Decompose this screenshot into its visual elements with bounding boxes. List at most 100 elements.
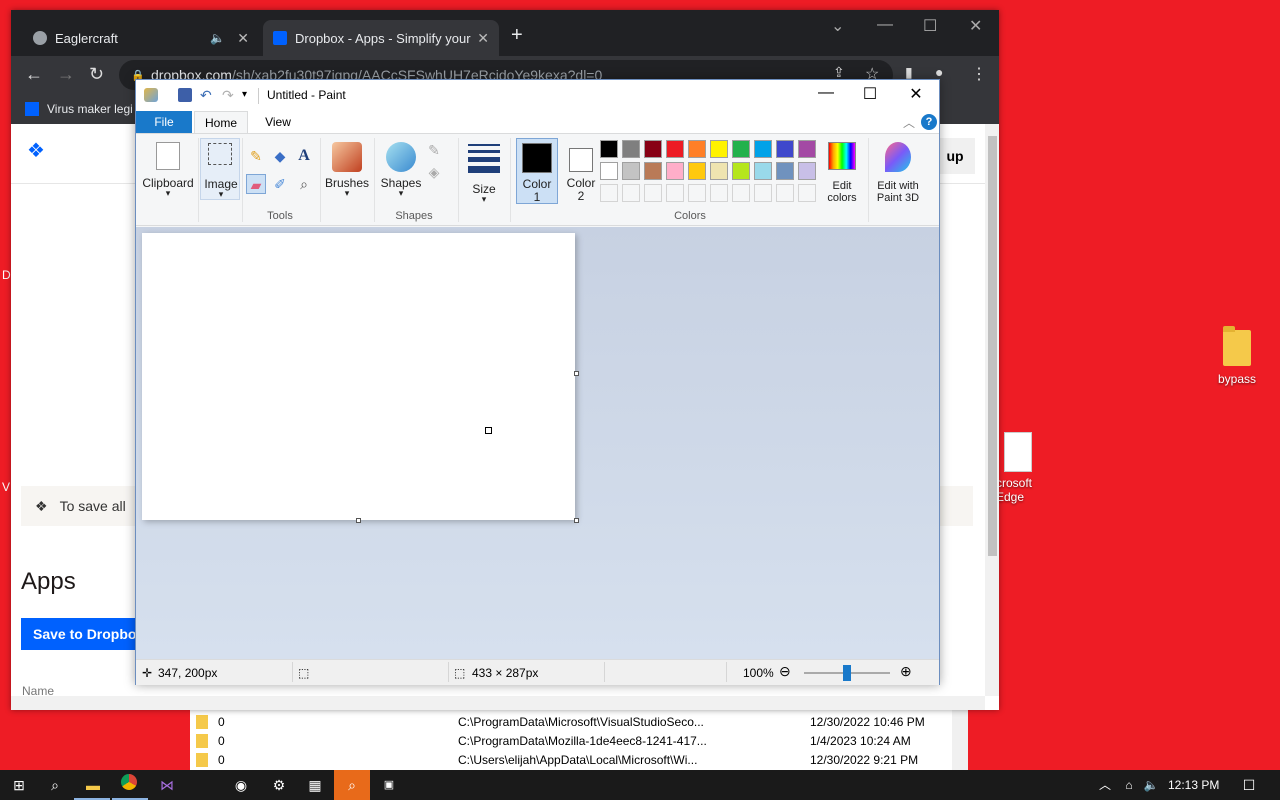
color-swatch[interactable] xyxy=(776,162,794,180)
color1-button[interactable]: Color 1 xyxy=(516,138,558,204)
list-item[interactable]: 0 C:\ProgramData\Microsoft\VisualStudioS… xyxy=(190,712,950,731)
custom-color-slot[interactable] xyxy=(710,184,728,202)
zoom-slider-thumb[interactable] xyxy=(843,665,851,681)
undo-icon[interactable]: ↶ xyxy=(200,88,214,102)
dropbox-logo-icon[interactable]: ❖ xyxy=(27,140,53,162)
network-icon[interactable]: ⌂ xyxy=(1118,774,1140,796)
app-icon[interactable]: ◉ xyxy=(230,774,252,796)
color-swatch[interactable] xyxy=(622,162,640,180)
desktop-icon-bypass[interactable]: bypass xyxy=(1202,326,1272,386)
fill-icon[interactable]: ◆ xyxy=(270,146,290,166)
close-button[interactable]: ✕ xyxy=(969,16,982,36)
tab-eaglercraft[interactable]: Eaglercraft 🔈 ✕ xyxy=(23,20,259,56)
custom-color-slot[interactable] xyxy=(600,184,618,202)
customize-dropdown-icon[interactable]: ▾ xyxy=(242,88,256,102)
collapse-ribbon-icon[interactable]: ︿ xyxy=(903,114,915,131)
tab-file[interactable]: File xyxy=(136,111,192,133)
color-swatch[interactable] xyxy=(666,162,684,180)
eraser-icon[interactable]: ▰ xyxy=(246,174,266,194)
reload-button[interactable]: ↻ xyxy=(89,64,104,85)
search-app-icon[interactable]: ⌕ xyxy=(341,774,363,796)
color-swatch[interactable] xyxy=(622,140,640,158)
settings-gear-icon[interactable]: ⚙ xyxy=(268,774,290,796)
zoom-in-button[interactable]: ⊕ xyxy=(900,663,912,680)
forward-button[interactable]: → xyxy=(57,64,75,85)
back-button[interactable]: ← xyxy=(25,64,43,85)
color-picker-icon[interactable]: ✐ xyxy=(270,174,290,194)
color-swatch[interactable] xyxy=(600,162,618,180)
minimize-button[interactable]: — xyxy=(877,16,893,34)
volume-icon[interactable]: 🔈 xyxy=(1140,774,1162,796)
app-icon[interactable]: ▦ xyxy=(304,774,326,796)
save-icon[interactable] xyxy=(178,88,192,102)
resize-handle-corner[interactable] xyxy=(574,518,579,523)
brushes-button[interactable]: Brushes ▾ xyxy=(324,138,370,200)
save-to-dropbox-button[interactable]: Save to Dropbo xyxy=(21,618,151,650)
custom-color-slot[interactable] xyxy=(732,184,750,202)
color-swatch[interactable] xyxy=(644,162,662,180)
custom-color-slot[interactable] xyxy=(622,184,640,202)
close-icon[interactable]: ✕ xyxy=(477,30,489,47)
tab-search-icon[interactable]: ⌄ xyxy=(831,16,844,36)
new-tab-button[interactable]: + xyxy=(511,24,523,47)
list-item[interactable]: 0 C:\ProgramData\Mozilla-1de4eec8-1241-4… xyxy=(190,731,950,750)
color-swatch[interactable] xyxy=(798,140,816,158)
edit-colors-button[interactable]: Edit colors xyxy=(820,138,864,204)
fill-shape-icon[interactable]: ◈ xyxy=(424,162,444,182)
close-button[interactable]: ✕ xyxy=(893,84,939,104)
color-swatch[interactable] xyxy=(666,140,684,158)
color-swatch[interactable] xyxy=(754,162,772,180)
paint-app-icon[interactable] xyxy=(144,88,158,102)
redo-icon[interactable]: ↷ xyxy=(222,88,236,102)
resize-handle-right[interactable] xyxy=(574,371,579,376)
resize-handle-bottom[interactable] xyxy=(356,518,361,523)
color-swatch[interactable] xyxy=(644,140,662,158)
color-swatch[interactable] xyxy=(776,140,794,158)
custom-color-slot[interactable] xyxy=(688,184,706,202)
notification-icon[interactable]: ☐ xyxy=(1238,774,1260,796)
color-swatch[interactable] xyxy=(798,162,816,180)
color2-button[interactable]: Color 2 xyxy=(560,138,602,204)
magnifier-icon[interactable]: ⌕ xyxy=(294,174,314,194)
image-button[interactable]: Image ▾ xyxy=(200,138,240,200)
clipboard-button[interactable]: Clipboard ▾ xyxy=(140,138,196,200)
scrollbar[interactable] xyxy=(952,710,968,770)
chevron-up-icon[interactable]: ︿ xyxy=(1094,774,1116,796)
speaker-icon[interactable]: 🔈 xyxy=(210,31,225,45)
custom-color-slot[interactable] xyxy=(644,184,662,202)
clock[interactable]: 12:13 PM xyxy=(1168,778,1219,792)
scrollbar[interactable] xyxy=(985,124,999,696)
color-swatch[interactable] xyxy=(710,162,728,180)
bookmark-item[interactable]: Virus maker legi xyxy=(25,102,133,116)
color-swatch[interactable] xyxy=(688,162,706,180)
color-swatch[interactable] xyxy=(710,140,728,158)
edit-with-paint3d-button[interactable]: Edit with Paint 3D xyxy=(870,138,926,204)
custom-color-slot[interactable] xyxy=(776,184,794,202)
shapes-button[interactable]: Shapes ▾ xyxy=(378,138,424,200)
color-swatch[interactable] xyxy=(688,140,706,158)
custom-color-slot[interactable] xyxy=(666,184,684,202)
menu-icon[interactable]: ⋮ xyxy=(971,64,987,84)
windows-start-icon[interactable]: ⊞ xyxy=(8,774,30,796)
drawing-canvas[interactable] xyxy=(142,233,575,520)
custom-color-slot[interactable] xyxy=(754,184,772,202)
paint-taskbar-icon[interactable]: ▣ xyxy=(378,774,400,796)
pencil-icon[interactable]: ✎ xyxy=(246,146,266,166)
size-button[interactable]: Size ▾ xyxy=(462,138,506,204)
visual-studio-icon[interactable]: ⋈ xyxy=(156,774,178,796)
custom-color-slot[interactable] xyxy=(798,184,816,202)
chrome-icon[interactable] xyxy=(118,774,140,796)
help-icon[interactable]: ? xyxy=(921,114,937,130)
search-icon[interactable]: ⌕ xyxy=(44,774,66,796)
minimize-button[interactable]: — xyxy=(803,84,849,102)
maximize-button[interactable]: ☐ xyxy=(847,84,893,104)
tab-view[interactable]: View xyxy=(254,111,302,133)
zoom-out-button[interactable]: ⊖ xyxy=(779,663,791,680)
scrollbar-thumb[interactable] xyxy=(988,136,997,556)
horizontal-scrollbar[interactable] xyxy=(11,696,985,710)
profile-icon[interactable]: ● xyxy=(935,64,943,80)
color-swatch[interactable] xyxy=(732,140,750,158)
tab-dropbox[interactable]: Dropbox - Apps - Simplify your li ✕ xyxy=(263,20,499,56)
text-icon[interactable]: A xyxy=(294,146,314,166)
maximize-button[interactable]: ☐ xyxy=(923,16,937,36)
